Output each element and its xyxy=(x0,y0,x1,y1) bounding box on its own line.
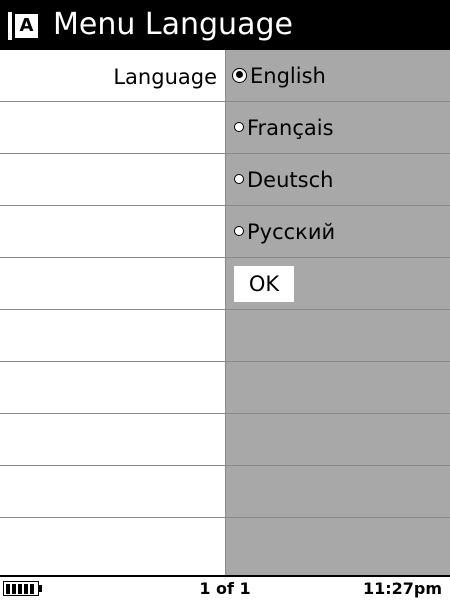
option-label: Deutsch xyxy=(247,168,334,192)
option-label: Français xyxy=(247,116,334,140)
option-deutsch[interactable]: Deutsch xyxy=(234,167,333,193)
column-divider xyxy=(225,50,226,575)
label-cell xyxy=(0,154,225,205)
radio-unselected-icon xyxy=(234,174,244,184)
value-cell: Deutsch xyxy=(226,154,450,205)
value-cell: OK xyxy=(226,258,450,309)
page-title: Menu Language xyxy=(53,7,293,42)
title-bar: A Menu Language xyxy=(0,0,450,50)
value-cell: English xyxy=(226,50,450,101)
option-francais[interactable]: Français xyxy=(234,115,334,141)
language-app-icon: A xyxy=(8,12,38,40)
label-cell: Language xyxy=(0,50,225,101)
option-label: English xyxy=(250,64,326,88)
option-label: Русский xyxy=(247,220,336,244)
label-cell xyxy=(0,206,225,257)
label-cell xyxy=(0,258,225,309)
value-cell: Français xyxy=(226,102,450,153)
ok-button[interactable]: OK xyxy=(234,266,294,302)
app-icon-letter: A xyxy=(15,14,38,38)
option-english[interactable]: English xyxy=(232,63,326,89)
option-russian[interactable]: Русский xyxy=(234,219,335,245)
radio-unselected-icon xyxy=(234,122,244,132)
radio-selected-icon xyxy=(232,67,247,83)
label-cell xyxy=(0,102,225,153)
language-label: Language xyxy=(113,65,217,89)
radio-unselected-icon xyxy=(234,226,244,236)
status-bar: 1 of 1 11:27pm xyxy=(0,575,450,600)
clock: 11:27pm xyxy=(362,579,442,598)
value-cell: Русский xyxy=(226,206,450,257)
